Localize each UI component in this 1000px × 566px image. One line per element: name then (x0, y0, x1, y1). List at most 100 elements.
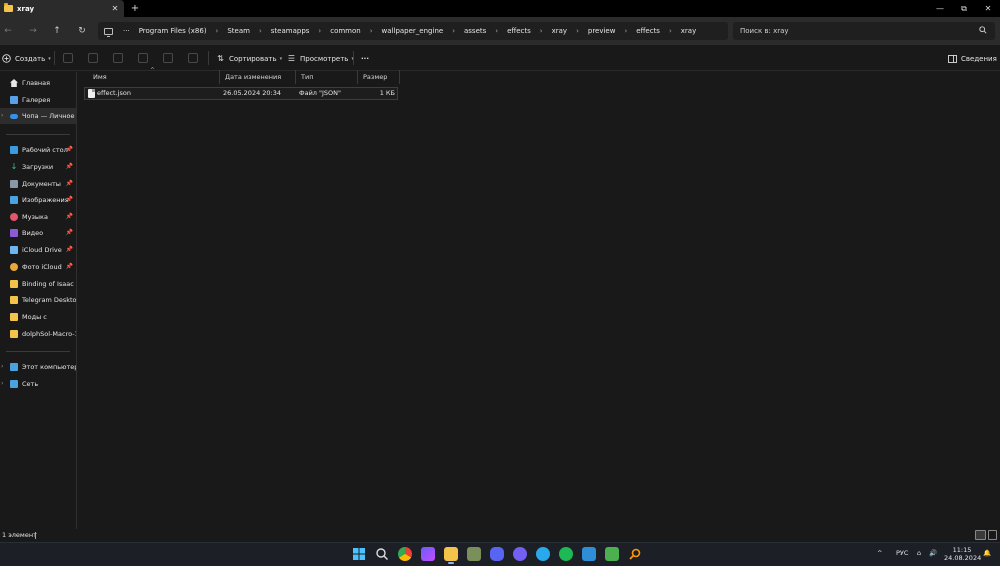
minimize-button[interactable]: — (928, 0, 952, 17)
chevron-right-icon[interactable]: › (624, 27, 627, 35)
volume-icon[interactable]: 🔊 (929, 549, 937, 557)
details-view-icon[interactable] (975, 530, 986, 540)
folder-icon (10, 313, 18, 321)
sidebar-item-icloud-photos[interactable]: Фото iCloud 📌 (0, 259, 76, 275)
back-button[interactable]: ← (1, 24, 15, 38)
telegram-icon[interactable] (536, 547, 550, 561)
breadcrumb-item[interactable]: xray › (552, 27, 588, 35)
chevron-right-icon[interactable]: › (495, 27, 498, 35)
new-tab-button[interactable]: + (129, 2, 141, 15)
file-type: Файл "JSON" (299, 89, 342, 97)
show-hidden-icons-icon[interactable]: ^ (877, 549, 882, 557)
chevron-right-icon[interactable]: › (370, 27, 373, 35)
chevron-right-icon[interactable]: › (1, 380, 3, 387)
copy-icon[interactable] (88, 53, 98, 63)
language-indicator[interactable]: РУС (896, 549, 908, 557)
address-bar[interactable]: ··· Program Files (x86) › Steam › steamapp… (98, 22, 728, 40)
sidebar-item-folder[interactable]: Telegram Desktop (0, 292, 76, 308)
viber-icon[interactable] (513, 547, 527, 561)
sidebar-item-network[interactable]: › Сеть (0, 376, 76, 392)
breadcrumb-item[interactable]: preview › (588, 27, 636, 35)
details-button[interactable]: Сведения (948, 52, 997, 65)
tab-close-icon[interactable]: ✕ (110, 4, 120, 13)
sidebar-item-icloud-drive[interactable]: iCloud Drive 📌 (0, 242, 76, 258)
search-icon[interactable] (375, 547, 389, 561)
sidebar-item-music[interactable]: Музыка 📌 (0, 209, 76, 225)
column-size[interactable]: Размер (358, 70, 400, 84)
tab-xray[interactable]: xray ✕ (0, 0, 124, 17)
sidebar-item-this-pc[interactable]: › Этот компьютер (0, 359, 76, 375)
app-icon[interactable] (582, 547, 596, 561)
network-icon[interactable]: ⌂ (917, 549, 921, 557)
breadcrumb-item[interactable]: effects › (507, 27, 552, 35)
chevron-right-icon[interactable]: › (669, 27, 672, 35)
sort-button[interactable]: ⇅ Сортировать ▾ (216, 52, 282, 65)
file-row[interactable]: effect.json 26.05.2024 20:34 Файл "JSON"… (84, 87, 398, 100)
chevron-right-icon[interactable]: › (216, 27, 219, 35)
view-button[interactable]: ☰ Просмотреть ▾ (287, 52, 354, 65)
sidebar-item-folder[interactable]: dolphSol-Macro-1. (0, 326, 76, 342)
rename-icon[interactable] (138, 53, 148, 63)
sidebar-item-onedrive[interactable]: › Чопа — Личное (0, 108, 76, 124)
breadcrumb-item[interactable]: effects › (636, 27, 681, 35)
chevron-right-icon[interactable]: › (1, 112, 3, 119)
more-options-button[interactable]: ··· (361, 52, 369, 65)
sidebar-item-documents[interactable]: Документы 📌 (0, 176, 76, 192)
search-tool-icon[interactable] (628, 547, 642, 561)
app-icon[interactable] (421, 547, 435, 561)
network-icon (10, 380, 18, 388)
file-explorer-icon[interactable] (444, 547, 458, 564)
forward-button[interactable]: → (26, 24, 40, 38)
sidebar-item-videos[interactable]: Видео 📌 (0, 225, 76, 241)
column-type[interactable]: Тип (296, 70, 358, 84)
breadcrumb-item[interactable]: common › (330, 27, 381, 35)
chevron-right-icon[interactable]: › (576, 27, 579, 35)
refresh-button[interactable]: ↻ (75, 24, 89, 38)
breadcrumb-item[interactable]: wallpaper_engine › (382, 27, 464, 35)
discord-icon[interactable] (490, 547, 504, 561)
divider (35, 532, 36, 539)
chevron-right-icon[interactable]: › (259, 27, 262, 35)
sidebar-item-desktop[interactable]: Рабочий стол 📌 (0, 142, 76, 158)
breadcrumb-item[interactable]: Program Files (x86) › (139, 27, 228, 35)
share-icon[interactable] (163, 53, 173, 63)
tiles-view-icon[interactable] (988, 530, 997, 540)
cut-icon[interactable] (63, 53, 73, 63)
chrome-icon[interactable] (398, 547, 412, 561)
chevron-right-icon[interactable]: › (452, 27, 455, 35)
sidebar-item-gallery[interactable]: Галерея (0, 92, 76, 108)
delete-icon[interactable] (188, 53, 198, 63)
paste-icon[interactable] (113, 53, 123, 63)
chevron-right-icon[interactable]: › (1, 363, 3, 370)
game-icon[interactable] (605, 547, 619, 561)
search-placeholder: Поиск в: xray (740, 27, 789, 35)
start-icon[interactable] (352, 547, 366, 561)
create-button[interactable]: Создать ▾ (2, 52, 51, 65)
spotify-icon[interactable] (559, 547, 573, 561)
breadcrumb-more-button[interactable]: ··· (123, 27, 130, 35)
sidebar-item-downloads[interactable]: ↓ Загрузки 📌 (0, 159, 76, 175)
sidebar-item-home[interactable]: Главная (0, 75, 76, 91)
up-button[interactable]: ↑ (50, 24, 64, 38)
breadcrumb-item[interactable]: Steam › (227, 27, 270, 35)
breadcrumb-item-current[interactable]: xray (681, 27, 696, 35)
column-date-modified[interactable]: Дата изменения (220, 70, 296, 84)
divider (6, 134, 70, 135)
clock[interactable]: 11:15 24.08.2024 (944, 546, 981, 562)
pin-icon: 📌 (65, 213, 73, 220)
breadcrumb-item[interactable]: assets › (464, 27, 507, 35)
notification-icon[interactable]: 🔔 (983, 549, 991, 557)
sidebar-item-folder[interactable]: Binding of Isaac Re (0, 276, 76, 292)
onedrive-icon (10, 113, 18, 119)
chevron-right-icon[interactable]: › (540, 27, 543, 35)
chevron-right-icon[interactable]: › (318, 27, 321, 35)
column-name[interactable]: Имя (88, 70, 220, 84)
search-input[interactable]: Поиск в: xray (733, 22, 995, 40)
breadcrumb-item[interactable]: steamapps › (271, 27, 330, 35)
sidebar-item-pictures[interactable]: Изображения 📌 (0, 192, 76, 208)
sidebar-item-folder[interactable]: Моды с (0, 309, 76, 325)
maximize-button[interactable]: ⧉ (952, 0, 976, 17)
music-icon (10, 213, 18, 221)
minecraft-icon[interactable] (467, 547, 481, 561)
close-window-button[interactable]: ✕ (976, 0, 1000, 17)
